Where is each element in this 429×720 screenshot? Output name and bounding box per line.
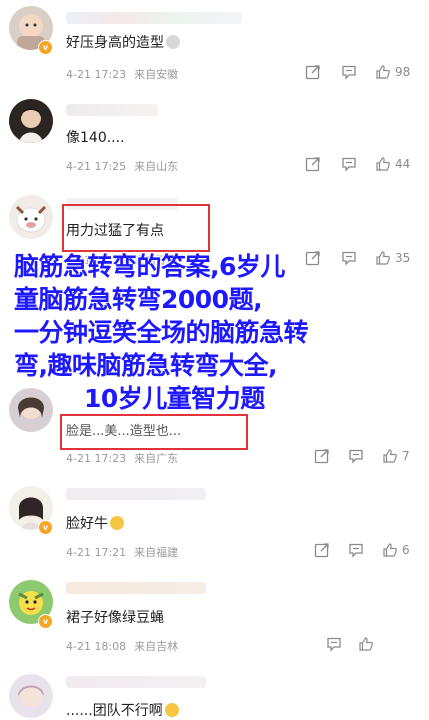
comment-item: ......团队不行啊 (0, 666, 429, 719)
share-icon[interactable] (314, 542, 330, 558)
like-count: 7 (402, 449, 410, 463)
comment-text: 裙子好像绿豆蝇 (66, 610, 164, 626)
overlay-line: 脑筋急转弯的答案,6岁儿 (14, 252, 285, 281)
verified-badge-icon: v (38, 614, 53, 629)
comment-meta: 4-21 17:23 来自安徽 (66, 68, 179, 81)
comment-icon[interactable] (341, 156, 357, 172)
like-icon[interactable] (375, 64, 391, 80)
comment-meta: 4-21 17:23 来自广东 (66, 452, 179, 465)
comment-item: v 脸好牛 4-21 17:21 来自福建 6 (0, 478, 429, 568)
crying-emoji-icon (110, 516, 124, 530)
overlay-line: 弯,趣味脑筋急转弯大全, (14, 351, 278, 380)
avatar[interactable] (9, 99, 53, 143)
overlay-line: 10岁儿童智力题 (84, 384, 265, 413)
crying-emoji-icon (164, 703, 179, 717)
share-icon[interactable] (305, 156, 321, 172)
share-icon[interactable] (314, 448, 330, 464)
overlay-line: 一分钟逗笑全场的脑筋急转 (14, 318, 309, 347)
like-icon[interactable] (375, 156, 391, 172)
comment-icon[interactable] (348, 448, 364, 464)
comment-text: 好压身高的造型 (66, 32, 180, 52)
overlay-line: 童脑筋急转弯2000题, (14, 285, 263, 314)
username[interactable] (66, 104, 158, 116)
comment-meta: 4-21 18:08 来自吉林 (66, 640, 179, 653)
comment-meta: 4-21 17:21 来自福建 (66, 546, 179, 559)
comment-text: 像140.... (66, 130, 125, 146)
comment-icon[interactable] (341, 64, 357, 80)
comment-item: v 裙子好像绿豆蝇 4-21 18:08 来自吉林 (0, 572, 429, 662)
share-icon[interactable] (305, 64, 321, 80)
comment-item: v 好压身高的造型 4-21 17:23 来自安徽 98 (0, 0, 429, 90)
username[interactable] (66, 488, 206, 500)
comment-text: ......团队不行啊 (66, 700, 179, 720)
like-icon[interactable] (382, 448, 398, 464)
comment-icon[interactable] (326, 636, 342, 652)
comment-item: 像140.... 4-21 17:25 来自山东 44 (0, 92, 429, 182)
like-count: 98 (395, 65, 411, 79)
avatar[interactable] (9, 674, 53, 718)
comment-text: 用力过猛了有点 (66, 223, 164, 239)
like-count: 44 (395, 157, 411, 171)
comment-meta: 4-21 17:25 来自山东 (66, 160, 179, 173)
username[interactable] (66, 676, 206, 688)
like-icon[interactable] (382, 542, 398, 558)
overlay-title: 脑筋急转弯的答案,6岁儿 童脑筋急转弯2000题, 一分钟逗笑全场的脑筋急转 弯… (14, 250, 424, 415)
like-icon[interactable] (358, 636, 374, 652)
username[interactable] (66, 582, 206, 594)
verified-badge-icon: v (38, 520, 53, 535)
comment-text: 脸是...美...造型也... (66, 424, 182, 439)
like-count: 6 (402, 543, 410, 557)
avatar[interactable] (9, 195, 53, 239)
comment-icon[interactable] (348, 542, 364, 558)
username[interactable] (66, 12, 242, 24)
face-emoji-icon (166, 35, 180, 49)
comment-text: 脸好牛 (66, 513, 124, 533)
verified-badge-icon: v (38, 40, 53, 55)
